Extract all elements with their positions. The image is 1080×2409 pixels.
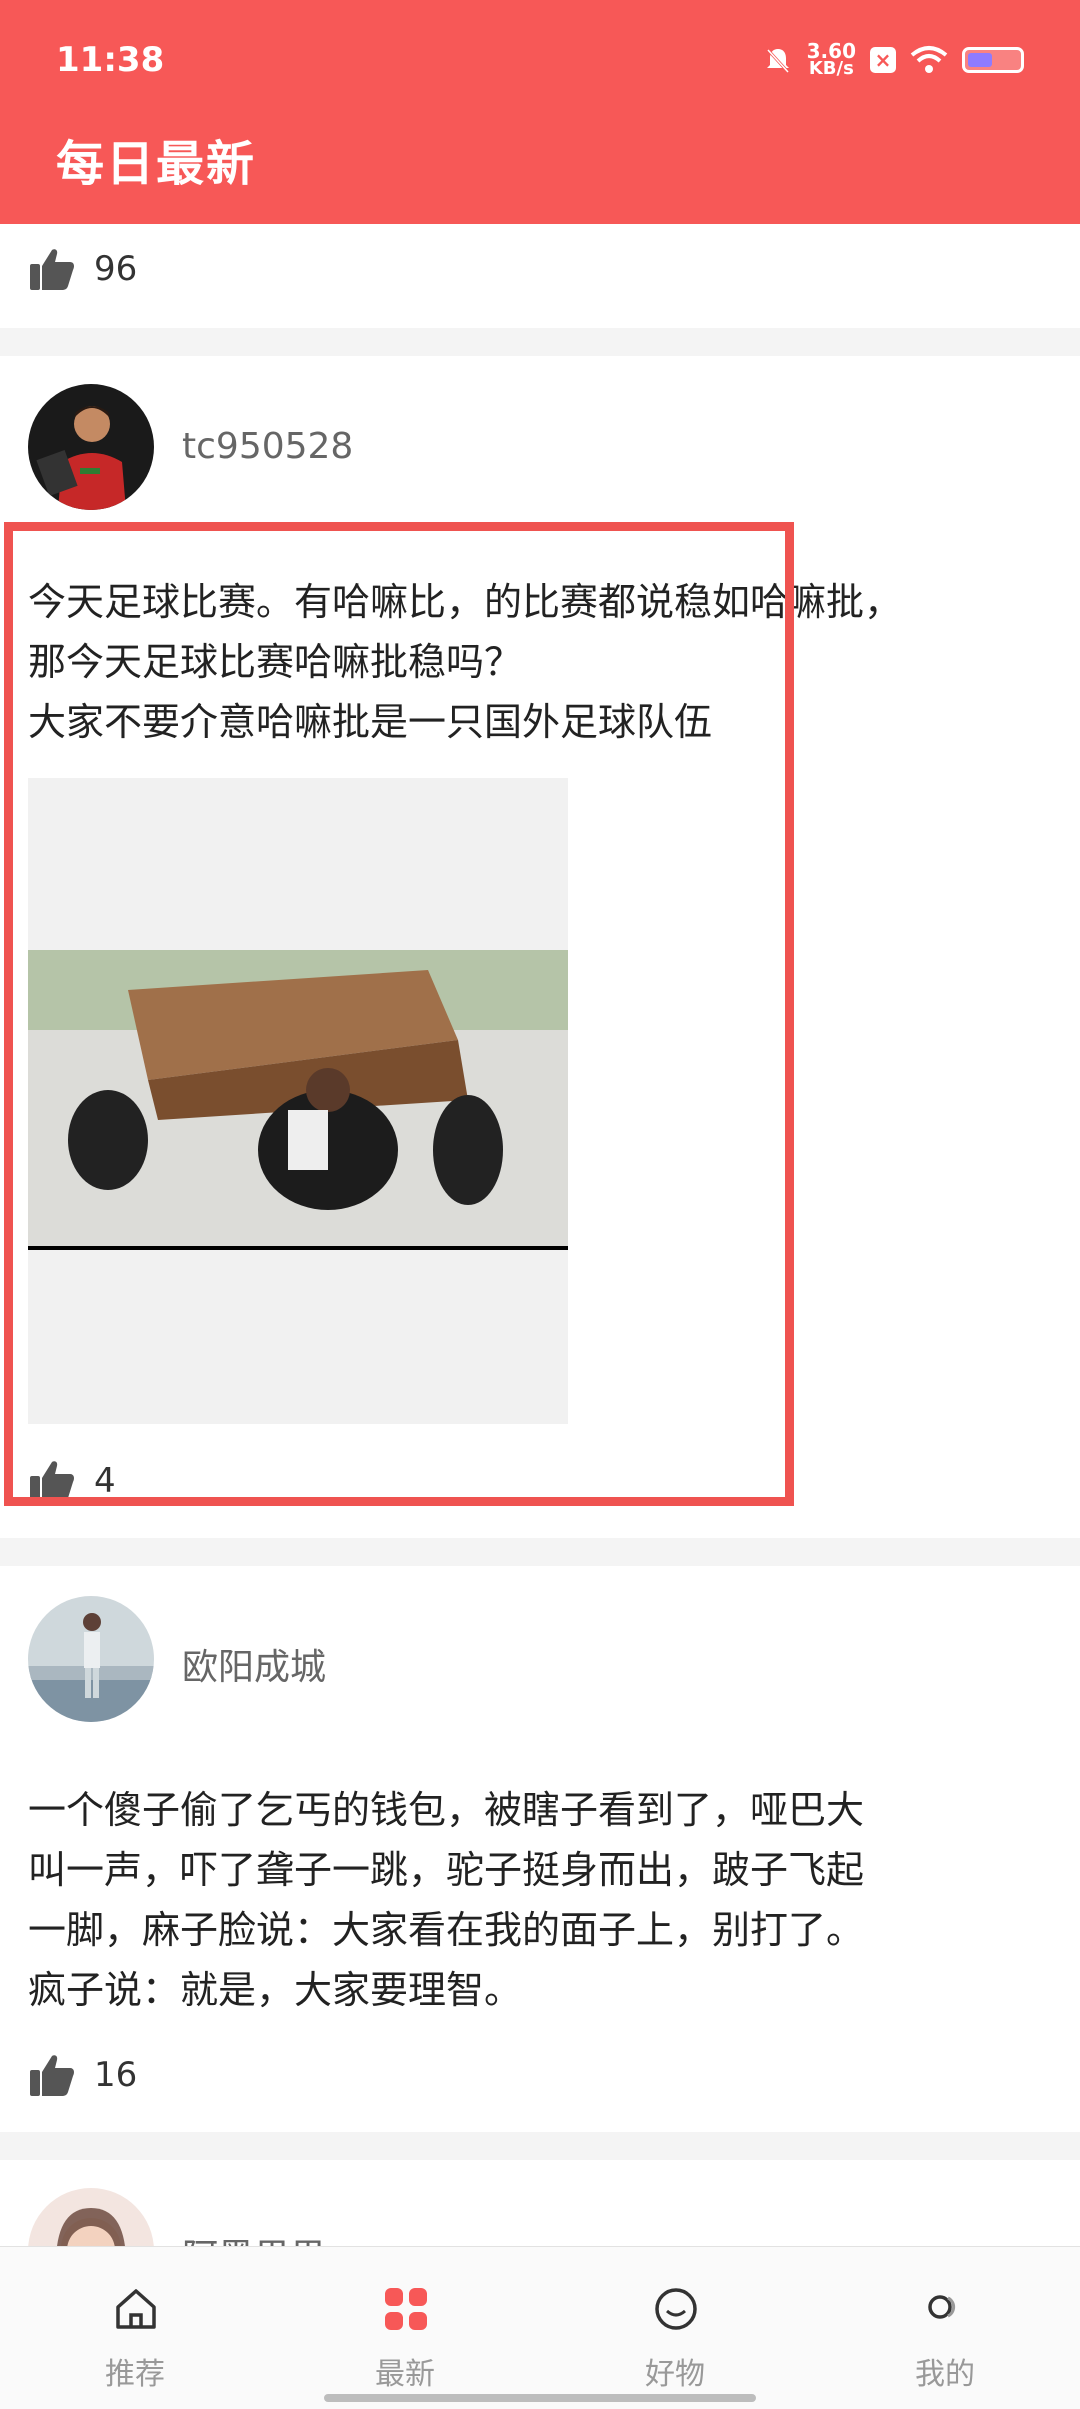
like-count: 16	[94, 2055, 138, 2095]
highlight-box	[4, 522, 794, 1506]
nav-item-latest[interactable]: 最新	[270, 2247, 540, 2409]
like-button[interactable]: 16	[28, 2052, 137, 2098]
network-speed: 3.60 KB/s	[806, 39, 856, 79]
post-text: 一个傻子偷了乞丐的钱包，被瞎子看到了，哑巴大 叫一声，吓了聋子一跳，驼子挺身而出…	[28, 1788, 865, 2012]
home-indicator[interactable]	[324, 2394, 756, 2402]
page-title: 每日最新	[56, 136, 257, 192]
smile-icon	[655, 2288, 697, 2330]
avatar[interactable]	[28, 384, 154, 510]
like-count: 96	[94, 249, 138, 289]
wifi-icon	[910, 46, 948, 73]
notification-x-icon: ×	[870, 47, 896, 73]
nav-item-goods[interactable]: 好物	[540, 2247, 810, 2409]
nav-label: 好物	[645, 2357, 705, 2392]
like-button[interactable]: 96	[28, 246, 137, 292]
home-icon	[116, 2289, 156, 2329]
nav-item-mine[interactable]: 我的	[810, 2247, 1080, 2409]
status-icons: 3.60 KB/s ×	[763, 39, 1024, 79]
divider	[0, 2132, 1080, 2160]
nav-item-recommend[interactable]: 推荐	[0, 2247, 270, 2409]
bottom-nav: 推荐 最新 好物 我的	[0, 2246, 1080, 2409]
divider	[0, 328, 1080, 356]
divider	[0, 1538, 1080, 1566]
status-time: 11:38	[56, 40, 165, 80]
username[interactable]: 欧阳成城	[182, 1638, 326, 1690]
thumbs-up-icon	[30, 249, 74, 290]
app-header: 11:38 3.60 KB/s × 每日最新	[0, 0, 1080, 224]
nav-label: 推荐	[105, 2357, 165, 2392]
username[interactable]: tc950528	[182, 426, 353, 467]
nav-label: 最新	[375, 2357, 435, 2392]
profile-toggle-icon	[928, 2295, 956, 2319]
battery-icon	[962, 47, 1024, 73]
grid-icon	[385, 2288, 427, 2330]
thumbs-up-icon	[30, 2055, 74, 2096]
nav-label: 我的	[915, 2357, 975, 2392]
bell-muted-icon	[766, 48, 789, 74]
avatar[interactable]	[28, 1596, 154, 1722]
